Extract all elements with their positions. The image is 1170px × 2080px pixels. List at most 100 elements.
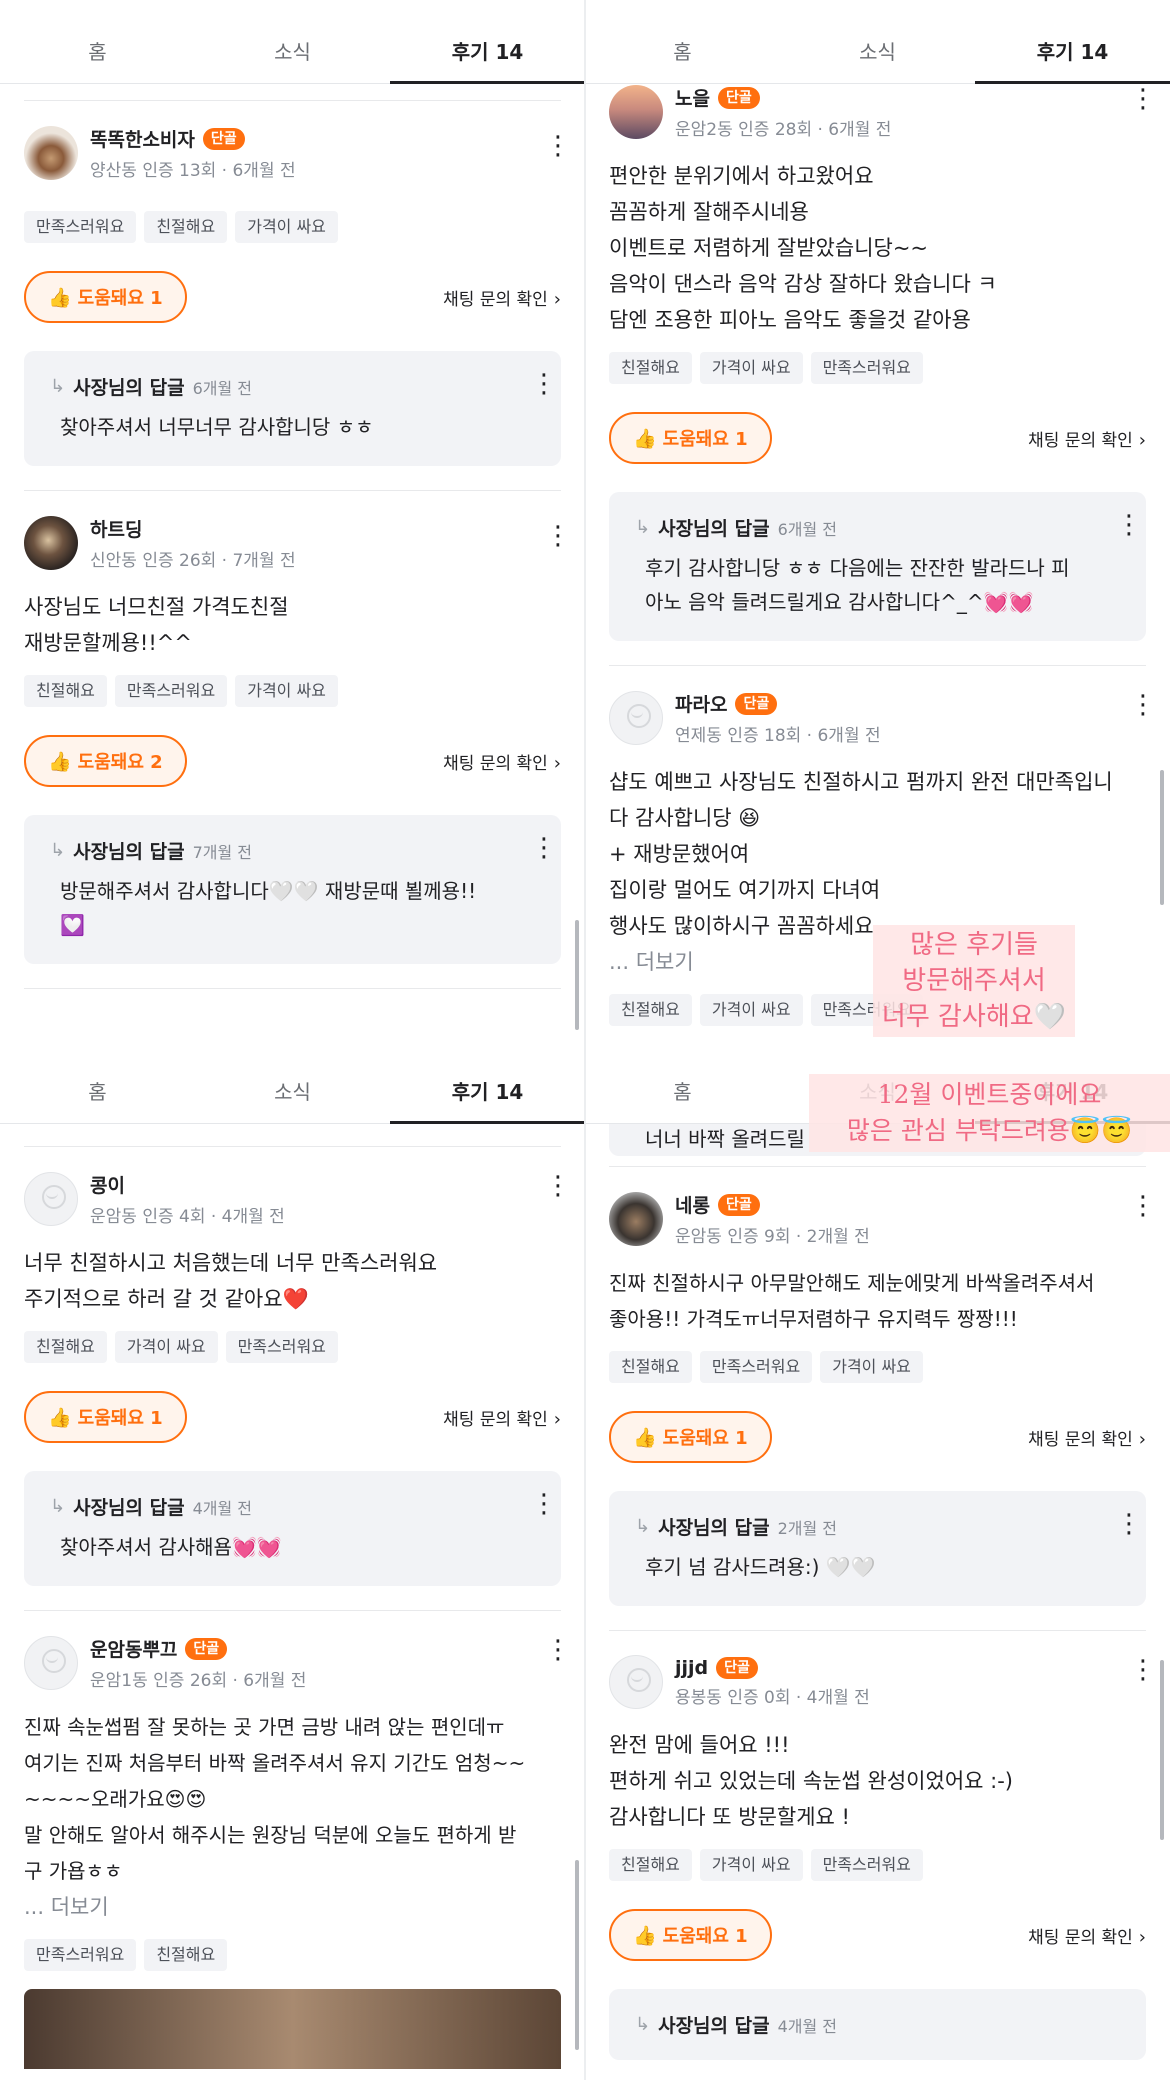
reviewer-name[interactable]: 콩이 <box>90 1171 125 1198</box>
avatar[interactable] <box>609 1655 663 1709</box>
helpful-label: 도움돼요 2 <box>77 752 163 773</box>
reviewer-meta: 용봉동 인증 0회 · 4개월 전 <box>675 1687 870 1708</box>
helpful-button[interactable]: 👍 도움돼요 1 <box>609 1909 772 1961</box>
chat-inquiry-link[interactable]: 채팅 문의 확인 › <box>443 1405 561 1430</box>
tab-reviews[interactable]: 후기 14 <box>390 1064 585 1124</box>
owner-reply: ↳ 사장님의 답글 6개월 전 ⋮ 후기 감사합니당 ㅎㅎ 다음에는 잔잔한 발… <box>609 492 1146 641</box>
more-options-icon[interactable]: ⋮ <box>545 523 571 551</box>
more-options-icon[interactable]: ⋮ <box>1116 1511 1142 1539</box>
more-options-icon[interactable]: ⋮ <box>1130 1193 1156 1221</box>
tab-home[interactable]: 홈 <box>0 24 195 83</box>
more-options-icon[interactable]: ⋮ <box>531 371 557 399</box>
reply-arrow-icon: ↳ <box>635 517 651 538</box>
chevron-right-icon: › <box>1138 1428 1146 1450</box>
more-options-icon[interactable]: ⋮ <box>531 1491 557 1519</box>
reply-arrow-icon: ↳ <box>50 1496 66 1517</box>
reviewer-name[interactable]: jjjd <box>675 1657 708 1679</box>
owner-reply: ↳ 사장님의 답글 2개월 전 ⋮ 후기 넘 감사드려용:) 🤍🤍 <box>609 1491 1146 1606</box>
reply-time: 7개월 전 <box>192 842 253 862</box>
avatar[interactable] <box>24 1172 78 1226</box>
thumbs-up-icon: 👍 <box>48 286 72 309</box>
scrollbar[interactable] <box>1160 1660 1164 1840</box>
collage-divider-vertical <box>584 0 586 2080</box>
more-options-icon[interactable]: ⋮ <box>1130 86 1156 114</box>
tab-news[interactable]: 소식 <box>195 1064 390 1123</box>
tab-news[interactable]: 소식 <box>195 24 390 83</box>
avatar[interactable] <box>24 516 78 570</box>
tag: 가격이 싸요 <box>235 211 338 243</box>
avatar[interactable] <box>609 85 663 139</box>
more-options-icon[interactable]: ⋮ <box>545 1173 571 1201</box>
chevron-right-icon: › <box>553 752 561 774</box>
more-options-icon[interactable]: ⋮ <box>1116 512 1142 540</box>
review-text: 샵도 예쁘고 사장님도 친절하시고 펌까지 완전 대만족입니 다 감사합니당 😆… <box>609 770 1113 938</box>
scrollbar[interactable] <box>575 1860 579 2050</box>
tag-list: 친절해요 가격이 싸요 만족스러워요 <box>609 352 1146 384</box>
tag-list: 친절해요 만족스러워요 가격이 싸요 <box>609 1351 1146 1383</box>
tab-reviews[interactable]: 후기 14 <box>975 24 1170 84</box>
more-options-icon[interactable]: ⋮ <box>545 1637 571 1665</box>
chat-inquiry-link[interactable]: 채팅 문의 확인 › <box>1028 1425 1146 1450</box>
read-more-link[interactable]: ... 더보기 <box>24 1895 109 1919</box>
reviewer-name[interactable]: 하트딩 <box>90 515 142 542</box>
tag: 친절해요 <box>24 675 107 707</box>
tag: 만족스러워요 <box>699 1351 813 1383</box>
reply-arrow-icon: ↳ <box>50 376 66 397</box>
reply-title: 사장님의 답글 <box>73 377 185 399</box>
chevron-right-icon: › <box>553 288 561 310</box>
scrollbar[interactable] <box>575 920 579 1030</box>
chat-inquiry-link[interactable]: 채팅 문의 확인 › <box>1028 1923 1146 1948</box>
more-options-icon[interactable]: ⋮ <box>545 133 571 161</box>
more-options-icon[interactable]: ⋮ <box>1130 692 1156 720</box>
reviewer-meta: 운암2동 인증 28회 · 6개월 전 <box>675 120 892 140</box>
helpful-button[interactable]: 👍 도움돼요 1 <box>609 1411 772 1463</box>
review-text: 편안한 분위기에서 하고왔어요 꼼꼼하게 잘해주시네용 이벤트로 저렴하게 잘받… <box>609 164 997 332</box>
review-item: 노을 단골 운암2동 인증 28회 · 6개월 전 ⋮ 편안한 분위기에서 하고… <box>609 60 1156 666</box>
chat-inquiry-link[interactable]: 채팅 문의 확인 › <box>1028 426 1146 451</box>
tab-news[interactable]: 소식 <box>780 24 975 83</box>
reviewer-name[interactable]: 파라오 <box>675 690 727 717</box>
avatar[interactable] <box>609 1192 663 1246</box>
helpful-button[interactable]: 👍 도움돼요 1 <box>24 1391 187 1443</box>
tab-home[interactable]: 홈 <box>585 1064 780 1123</box>
helpful-button[interactable]: 👍 도움돼요 1 <box>609 412 772 464</box>
reviewer-name[interactable]: 노을 <box>675 84 710 111</box>
chat-link-label: 채팅 문의 확인 <box>1028 1429 1133 1450</box>
screen-bottom-left: 홈 소식 후기 14 콩이 운암동 인증 4회 · 4개월 전 ⋮ 너무 친절하… <box>0 1040 585 2080</box>
avatar[interactable] <box>609 691 663 745</box>
reviewer-name[interactable]: 네롱 <box>675 1191 710 1218</box>
tag: 만족스러워요 <box>810 1849 923 1881</box>
tab-reviews[interactable]: 후기 14 <box>390 24 585 84</box>
review-text: 진짜 친절하시구 아무말안해도 제눈에맞게 바싹올려주셔서 좋아용!! 가격도ㅠ… <box>609 1271 1095 1331</box>
reply-time: 6개월 전 <box>777 519 838 539</box>
reply-arrow-icon: ↳ <box>635 1516 651 1537</box>
chevron-right-icon: › <box>553 1408 561 1430</box>
tab-home[interactable]: 홈 <box>0 1064 195 1123</box>
tag: 친절해요 <box>24 1331 107 1363</box>
chat-link-label: 채팅 문의 확인 <box>1028 430 1133 451</box>
chat-inquiry-link[interactable]: 채팅 문의 확인 › <box>443 285 561 310</box>
review-photo[interactable] <box>24 1989 561 2069</box>
more-options-icon[interactable]: ⋮ <box>1130 1657 1156 1685</box>
reviewer-name[interactable]: 운암동뿌끄 <box>90 1635 177 1662</box>
reviewer-meta: 운암1동 인증 26회 · 6개월 전 <box>90 1671 307 1691</box>
avatar[interactable] <box>24 1636 78 1690</box>
tag: 만족스러워요 <box>114 675 228 707</box>
reviewer-name[interactable]: 똑똑한소비자 <box>90 125 195 152</box>
helpful-button[interactable]: 👍 도움돼요 2 <box>24 735 187 787</box>
screen-top-right: 홈 소식 후기 14 노을 단골 운암2동 인증 28회 · 6개월 전 ⋮ 편… <box>585 0 1170 1040</box>
helpful-button[interactable]: 👍 도움돼요 1 <box>24 271 187 323</box>
regular-badge: 단골 <box>185 1637 228 1660</box>
more-options-icon[interactable]: ⋮ <box>531 835 557 863</box>
tab-home[interactable]: 홈 <box>585 24 780 83</box>
reply-arrow-icon: ↳ <box>50 840 66 861</box>
avatar[interactable] <box>24 126 78 180</box>
scrollbar[interactable] <box>1160 770 1164 905</box>
tag: 친절해요 <box>609 994 692 1026</box>
tag: 가격이 싸요 <box>114 1331 218 1363</box>
chat-link-label: 채팅 문의 확인 <box>1028 1927 1133 1948</box>
read-more-link[interactable]: ... 더보기 <box>609 950 694 974</box>
promo-overlay-text: 많은 후기들 방문해주셔서 너무 감사해요🤍 <box>873 925 1075 1037</box>
chat-inquiry-link[interactable]: 채팅 문의 확인 › <box>443 749 561 774</box>
thumbs-up-icon: 👍 <box>633 427 657 450</box>
